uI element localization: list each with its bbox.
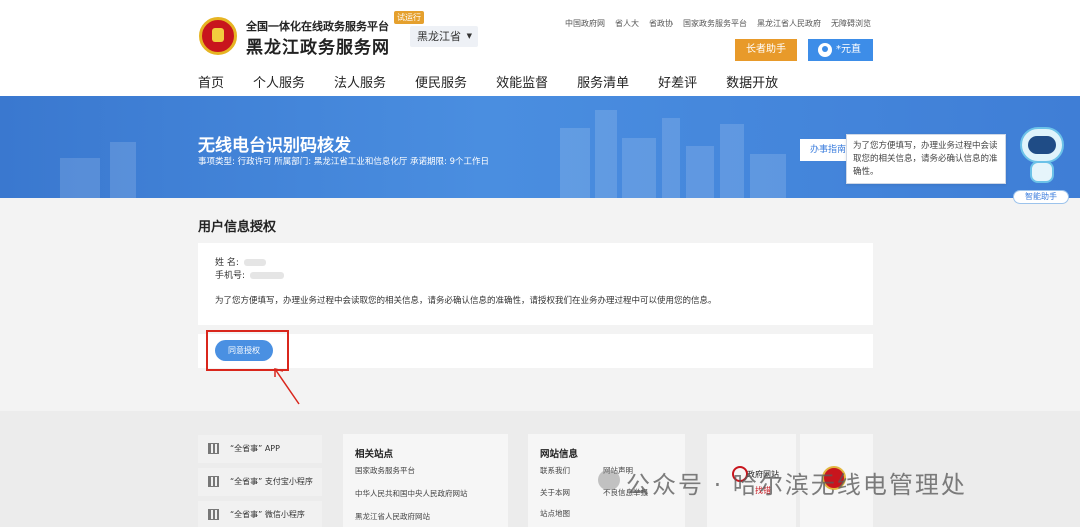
wechat-mini-link[interactable]: “全省事” 微信小程序 [198, 501, 322, 527]
banner-building [686, 146, 714, 198]
caret-down-icon: ▼ [466, 32, 472, 40]
elder-assistant-button[interactable]: 长者助手 [735, 39, 797, 61]
top-link[interactable]: 无障碍浏览 [831, 18, 871, 29]
banner-building [595, 110, 617, 198]
info-tooltip: 为了您方便填写，办理业务过程中会读取您的相关信息，请务必确认信息的准确性。 [846, 134, 1006, 184]
banner-building [60, 158, 100, 198]
robot-body [1030, 161, 1054, 183]
top-link[interactable]: 中国政府网 [565, 18, 605, 29]
related-link[interactable]: 黑龙江省人民政府网站 [355, 511, 430, 522]
smart-assistant-button[interactable]: 智能助手 [1013, 190, 1069, 204]
robot-assistant-icon[interactable] [1012, 117, 1072, 189]
site-title[interactable]: 黑龙江政务服务网 [246, 33, 390, 58]
phone-value-redacted [249, 272, 284, 279]
banner-building [110, 142, 136, 198]
watermark: 公众号 · 哈尔滨无线电管理处 [626, 471, 967, 499]
site-info-link[interactable]: 联系我们 [540, 465, 570, 476]
user-icon [818, 43, 832, 57]
top-link[interactable]: 省政协 [649, 18, 673, 29]
site-info-link[interactable]: 关于本网 [540, 487, 570, 498]
related-link[interactable]: 中华人民共和国中央人民政府网站 [355, 488, 468, 499]
authorization-note: 为了您方便填写，办理业务过程中会读取您的相关信息，请务必确认信息的准确性，请授权… [215, 296, 717, 306]
service-guide-button[interactable]: 办事指南 [800, 139, 850, 161]
banner-building [720, 124, 744, 198]
site-info-link[interactable]: 站点地图 [540, 508, 570, 519]
header-bar: 全国一体化在线政务服务平台 黑龙江政务服务网 试运行 黑龙江省 ▼ 中国政府网 … [0, 0, 1080, 96]
nav-item-corporate[interactable]: 法人服务 [334, 72, 386, 91]
user-info-card: 姓 名: 手机号: 为了您方便填写，办理业务过程中会读取您的相关信息，请务必确认… [198, 243, 873, 325]
nav-item-personal[interactable]: 个人服务 [253, 72, 305, 91]
app-link[interactable]: “全省事” APP [198, 435, 322, 463]
page-title: 用户信息授权 [198, 220, 277, 235]
trial-badge: 试运行 [394, 11, 424, 24]
top-link[interactable]: 省人大 [615, 18, 639, 29]
robot-head [1020, 127, 1064, 163]
site-subtitle: 全国一体化在线政务服务平台 [246, 20, 389, 33]
nav-item-home[interactable]: 首页 [198, 72, 224, 91]
phone-label: 手机号: [215, 271, 246, 281]
name-value-redacted [243, 259, 266, 266]
phone-row: 手机号: [215, 268, 284, 281]
robot-face [1028, 136, 1056, 154]
highlight-box [206, 330, 289, 371]
nav-item-rating[interactable]: 好差评 [658, 72, 697, 91]
name-row: 姓 名: [215, 255, 266, 268]
nav-item-convenience[interactable]: 便民服务 [415, 72, 467, 91]
app-link-label: “全省事” APP [230, 444, 280, 453]
top-link[interactable]: 国家政务服务平台 [683, 18, 747, 29]
app-link-label: “全省事” 微信小程序 [230, 510, 305, 519]
service-title: 无线电台识别码核发 [198, 136, 351, 156]
user-name: *元直 [836, 44, 861, 55]
alipay-mini-link[interactable]: “全省事” 支付宝小程序 [198, 468, 322, 496]
qr-code-icon [208, 443, 219, 454]
banner-building [622, 138, 656, 198]
main-nav: 首页 个人服务 法人服务 便民服务 效能监督 服务清单 好差评 数据开放 [198, 72, 807, 91]
related-link[interactable]: 国家政务服务平台 [355, 465, 415, 476]
name-label: 姓 名: [215, 258, 239, 268]
user-button[interactable]: *元直 [808, 39, 873, 61]
pointer-arrow-icon [274, 368, 300, 405]
qr-code-icon [208, 476, 219, 487]
nav-item-supervision[interactable]: 效能监督 [496, 72, 548, 91]
qr-code-icon [208, 509, 219, 520]
banner-building [750, 154, 786, 198]
national-emblem-logo [199, 17, 237, 55]
banner-building [560, 128, 590, 198]
site-info-title: 网站信息 [540, 449, 579, 460]
province-value: 黑龙江省 [417, 30, 461, 43]
app-link-label: “全省事” 支付宝小程序 [230, 477, 313, 486]
banner-building [662, 118, 680, 198]
top-links: 中国政府网 省人大 省政协 国家政务服务平台 黑龙江省人民政府 无障碍浏览 [565, 18, 881, 29]
nav-item-service-list[interactable]: 服务清单 [577, 72, 629, 91]
nav-item-open-data[interactable]: 数据开放 [726, 72, 778, 91]
action-bar [198, 334, 873, 368]
province-select[interactable]: 黑龙江省 ▼ [410, 26, 478, 47]
service-meta: 事项类型: 行政许可 所属部门: 黑龙江省工业和信息化厅 承诺期限: 9个工作日 [198, 157, 490, 167]
top-link[interactable]: 黑龙江省人民政府 [757, 18, 821, 29]
related-sites-title: 相关站点 [355, 449, 394, 460]
page: 全国一体化在线政务服务平台 黑龙江政务服务网 试运行 黑龙江省 ▼ 中国政府网 … [0, 0, 1080, 527]
